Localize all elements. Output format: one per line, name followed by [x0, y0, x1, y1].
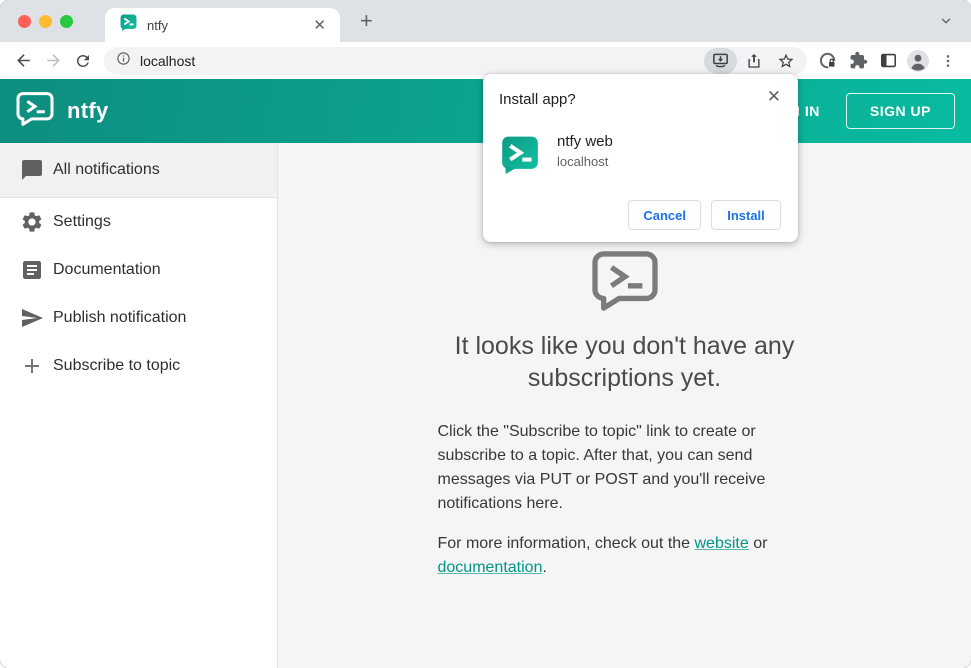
empty-state: It looks like you don't have any subscri…: [405, 251, 845, 580]
tab-strip: ntfy ✕ +: [0, 0, 971, 42]
tab-close-icon[interactable]: ✕: [309, 16, 330, 35]
ntfy-app-icon: [501, 136, 539, 179]
url-text[interactable]: localhost: [140, 53, 704, 69]
sidebar-item-label: Documentation: [53, 261, 161, 278]
share-icon[interactable]: [739, 46, 769, 76]
password-manager-extension-icon[interactable]: [813, 46, 843, 76]
back-button[interactable]: [8, 46, 38, 76]
browser-tab-ntfy[interactable]: ntfy ✕: [105, 8, 340, 42]
install-app-name: ntfy web: [557, 133, 613, 150]
more-info-text: For more information, check out the: [437, 535, 695, 552]
sidebar-item-subscribe-to-topic[interactable]: Subscribe to topic: [0, 342, 277, 390]
article-icon: [20, 258, 44, 282]
zoom-window-button[interactable]: [60, 14, 73, 28]
profile-avatar[interactable]: [903, 46, 933, 76]
sidebar-item-label: Subscribe to topic: [53, 357, 181, 374]
ntfy-logo-large-icon: [591, 251, 658, 315]
browser-window: ntfy ✕ + localhost ntfy IN SIGN UP All n…: [0, 0, 971, 668]
dialog-close-icon[interactable]: ✕: [763, 85, 785, 109]
site-info-icon[interactable]: [116, 51, 131, 71]
sign-up-button[interactable]: SIGN UP: [845, 93, 955, 129]
close-window-button[interactable]: [18, 14, 31, 28]
gear-icon: [20, 210, 44, 234]
more-info-text: or: [748, 535, 768, 552]
tab-title: ntfy: [147, 17, 168, 33]
sidebar-item-label: All notifications: [53, 161, 160, 178]
minimize-window-button[interactable]: [39, 14, 52, 28]
send-icon: [20, 306, 44, 330]
sidebar-item-label: Settings: [53, 213, 111, 230]
plus-icon: [20, 354, 44, 378]
reload-button[interactable]: [68, 46, 98, 76]
documentation-link[interactable]: documentation: [438, 559, 543, 576]
bookmark-star-icon[interactable]: [771, 46, 801, 76]
sidebar-item-documentation[interactable]: Documentation: [0, 246, 277, 294]
install-app-origin: localhost: [557, 154, 609, 169]
install-dialog-title: Install app?: [499, 91, 576, 108]
browser-menu-kebab-icon[interactable]: [933, 46, 963, 76]
sidebar-item-all-notifications[interactable]: All notifications: [0, 143, 277, 197]
brand-title: ntfy: [67, 98, 109, 123]
browser-toolbar: localhost: [0, 42, 971, 79]
sidebar-item-publish-notification[interactable]: Publish notification: [0, 294, 277, 342]
website-link[interactable]: website: [695, 535, 749, 552]
install-button[interactable]: Install: [711, 200, 781, 230]
new-tab-button[interactable]: +: [354, 10, 379, 32]
forward-button[interactable]: [38, 46, 68, 76]
sidebar: All notifications Settings Documentation: [0, 143, 278, 668]
empty-state-heading: It looks like you don't have any subscri…: [454, 332, 795, 392]
more-info-text: .: [542, 559, 547, 576]
install-app-dialog: Install app? ✕ ntfy web localhost Cancel…: [483, 74, 798, 242]
ntfy-logo-icon: [16, 91, 54, 131]
sidebar-item-label: Publish notification: [53, 309, 187, 326]
side-panel-icon[interactable]: [873, 46, 903, 76]
install-app-button[interactable]: [704, 47, 737, 74]
tab-favicon-ntfy-icon: [120, 14, 137, 36]
cancel-button[interactable]: Cancel: [628, 200, 701, 230]
chat-bubble-icon: [20, 158, 44, 182]
tab-search-chevron-icon[interactable]: [939, 14, 953, 33]
address-bar[interactable]: localhost: [104, 46, 807, 76]
extensions-puzzle-icon[interactable]: [843, 46, 873, 76]
empty-state-paragraph: Click the "Subscribe to topic" link to c…: [437, 423, 766, 512]
sidebar-item-settings[interactable]: Settings: [0, 198, 277, 246]
empty-state-more-info: For more information, check out the webs…: [438, 532, 812, 580]
macos-window-controls: [18, 14, 73, 28]
